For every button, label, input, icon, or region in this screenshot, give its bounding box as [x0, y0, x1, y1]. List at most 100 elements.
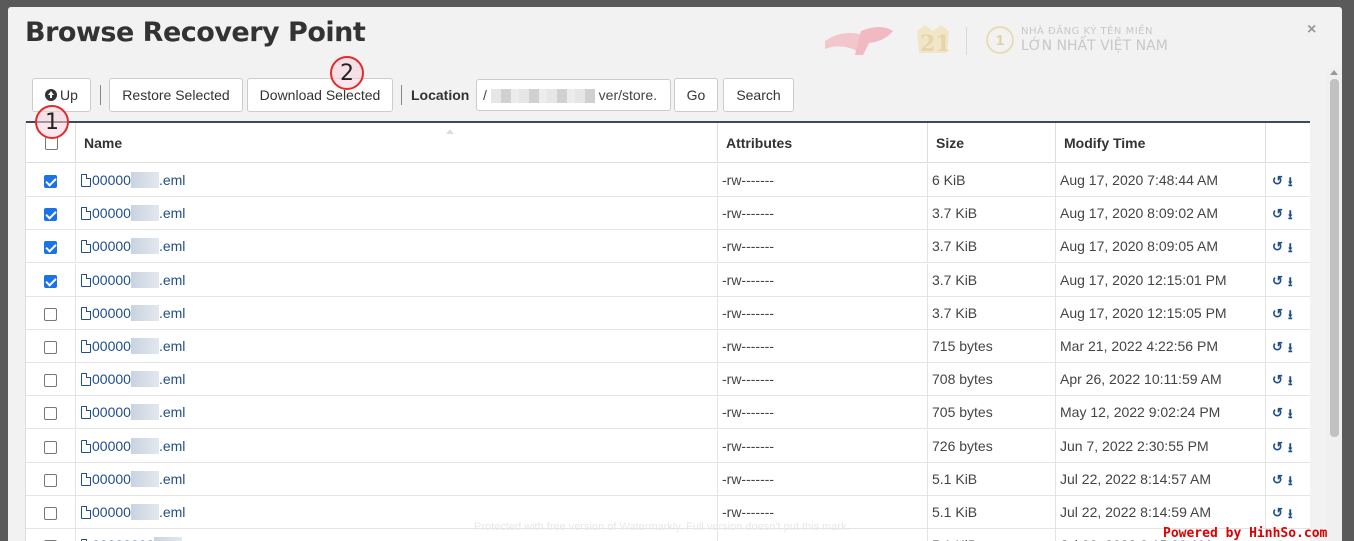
undo-icon[interactable]: ↺	[1272, 339, 1283, 355]
column-header-name[interactable]: Name	[76, 123, 718, 163]
name-cell: 00000 .eml	[76, 429, 718, 463]
column-header-attributes[interactable]: Attributes	[718, 123, 928, 163]
table-row[interactable]: 00000 .eml -rw------- 708 bytes Apr 26, 2022…	[26, 363, 1310, 397]
file-name-prefix: 00000	[92, 304, 131, 321]
file-name-link[interactable]: 00000 .eml	[92, 238, 185, 255]
row-checkbox[interactable]	[44, 440, 57, 454]
file-name-link[interactable]: 00000 .eml	[92, 271, 186, 288]
undo-icon[interactable]: ↺	[1272, 372, 1283, 388]
file-name-link[interactable]: 00000 .eml	[92, 338, 185, 354]
up-button[interactable]: Up	[32, 78, 91, 112]
download-icon[interactable]: ⭳	[1288, 472, 1293, 494]
file-name-prefix: 00000	[92, 271, 131, 288]
modify-time-cell: Apr 26, 2022 10:11:59 AM	[1056, 363, 1266, 397]
download-icon[interactable]: ⭳	[1288, 173, 1293, 195]
close-icon[interactable]: ×	[1307, 21, 1316, 39]
actions-cell: ↺⭳	[1266, 297, 1310, 330]
actions-cell: ↺⭳	[1266, 197, 1310, 230]
attributes-cell: -rw-------	[718, 330, 928, 363]
attributes-cell: -rw-------	[718, 429, 928, 463]
download-icon[interactable]: ⭳	[1288, 405, 1293, 427]
file-name-suffix: .eml	[158, 205, 186, 222]
undo-icon[interactable]: ↺	[1272, 405, 1283, 421]
row-select-cell	[26, 197, 76, 231]
file-name-link[interactable]: 00000 .eml	[92, 470, 186, 487]
attributes-cell: -rw-------	[718, 363, 928, 397]
column-name-label: Name	[84, 135, 123, 151]
name-cell: 00000 .eml	[76, 396, 718, 430]
scroll-thumb[interactable]	[1330, 79, 1339, 437]
scrollbar[interactable]	[1327, 67, 1342, 541]
file-name-link[interactable]: 00000 .eml	[92, 404, 185, 421]
table-row[interactable]: 00000 .eml -rw------- 6 KiB Aug 17, 2020 7:4…	[26, 164, 1310, 197]
file-name-link[interactable]: 00000 .eml	[92, 437, 185, 454]
table-row[interactable]: 00000 .eml -rw------- 726 bytes Jun 7, 2022 …	[26, 429, 1310, 463]
undo-icon[interactable]: ↺	[1272, 439, 1283, 455]
column-header-size[interactable]: Size	[928, 123, 1056, 163]
undo-icon[interactable]: ↺	[1272, 173, 1283, 189]
file-name-suffix: .eml	[158, 371, 186, 388]
row-checkbox[interactable]	[44, 175, 57, 188]
download-icon[interactable]: ⭳	[1288, 339, 1293, 361]
column-header-modify-time[interactable]: Modify Time	[1056, 123, 1266, 163]
actions-cell: ↺⭳	[1266, 496, 1310, 529]
download-icon[interactable]: ⭳	[1288, 439, 1293, 461]
download-icon[interactable]: ⭳	[1288, 206, 1293, 228]
undo-icon[interactable]: ↺	[1272, 239, 1283, 255]
download-icon[interactable]: ⭳	[1288, 306, 1293, 328]
table-row[interactable]: 00000 .eml -rw------- 3.7 KiB Aug 17, 2020 8…	[26, 197, 1310, 231]
table-row[interactable]: 00000 .eml -rw------- 3.7 KiB Aug 17, 2020 1…	[26, 296, 1310, 330]
location-redacted	[490, 89, 595, 104]
row-checkbox[interactable]	[44, 407, 57, 421]
undo-icon[interactable]: ↺	[1272, 472, 1283, 488]
file-name-suffix: .eml	[158, 172, 186, 188]
file-name-link[interactable]: 00000000	[92, 537, 183, 541]
location-prefix: /	[483, 87, 487, 103]
row-checkbox[interactable]	[44, 341, 57, 354]
download-icon[interactable]: ⭳	[1288, 505, 1293, 527]
file-name-link[interactable]: 00000 .eml	[92, 504, 185, 520]
undo-icon[interactable]: ↺	[1272, 505, 1283, 521]
scroll-up-icon[interactable]	[1330, 70, 1338, 75]
undo-icon[interactable]: ↺	[1272, 206, 1283, 222]
undo-icon[interactable]: ↺	[1272, 273, 1283, 289]
row-checkbox[interactable]	[44, 307, 57, 321]
table-row[interactable]: 00000 .eml -rw------- 715 bytes Mar 21, 2022…	[26, 330, 1310, 363]
undo-icon[interactable]: ↺	[1272, 306, 1283, 322]
search-button[interactable]: Search	[723, 78, 794, 112]
watermark-text: NHÀ ĐĂNG KÝ TÊN MIỀN LỚN NHẤT VIỆT NAM	[1021, 26, 1168, 54]
download-icon[interactable]: ⭳	[1288, 239, 1293, 261]
file-name-redacted	[154, 537, 183, 541]
table-row[interactable]: 00000 .eml -rw------- 705 bytes May 12, 2022…	[26, 396, 1310, 430]
go-button[interactable]: Go	[674, 78, 718, 112]
download-icon[interactable]: ⭳	[1288, 273, 1293, 295]
file-name-suffix: .eml	[158, 271, 186, 288]
file-name-suffix: .eml	[158, 470, 186, 487]
row-checkbox[interactable]	[44, 241, 57, 255]
download-icon[interactable]: ⭳	[1288, 372, 1293, 394]
row-checkbox[interactable]	[44, 274, 57, 288]
file-name-link[interactable]: 00000 .eml	[92, 371, 186, 388]
attributes-cell: -rw-------	[718, 296, 928, 330]
table-row[interactable]: 00000 .eml -rw------- 3.7 KiB Aug 17, 2020 8…	[26, 230, 1310, 264]
download-selected-button[interactable]: Download Selected	[247, 78, 393, 112]
watermark-rank-icon: 1	[986, 26, 1014, 54]
arrow-circle-up-icon	[45, 89, 58, 101]
file-name-link[interactable]: 00000 .eml	[92, 172, 185, 188]
row-checkbox[interactable]	[44, 208, 57, 222]
callout-1: 1	[35, 105, 69, 139]
row-select-cell	[26, 363, 76, 397]
table-row[interactable]: 00000 .eml -rw------- 5.1 KiB Jul 22, 2022 8…	[26, 462, 1310, 496]
file-icon	[81, 472, 91, 486]
file-name-link[interactable]: 00000 .eml	[92, 304, 185, 321]
row-checkbox[interactable]	[44, 473, 57, 487]
file-name-redacted	[130, 238, 159, 255]
row-checkbox[interactable]	[44, 507, 57, 520]
watermark-divider	[966, 27, 967, 55]
file-name-link[interactable]: 00000 .eml	[92, 205, 186, 222]
location-input[interactable]: / ver/store.	[476, 79, 671, 111]
table-row[interactable]: 00000 .eml -rw------- 3.7 KiB Aug 17, 2020 1…	[26, 263, 1310, 297]
row-checkbox[interactable]	[44, 374, 57, 388]
restore-selected-button[interactable]: Restore Selected	[109, 78, 243, 112]
file-icon	[81, 406, 91, 420]
